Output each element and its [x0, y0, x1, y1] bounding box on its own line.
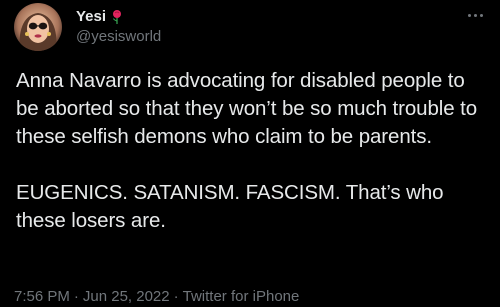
separator: ·	[73, 288, 79, 305]
tweet-text: Anna Navarro is advocating for disabled …	[16, 67, 486, 235]
rose-icon	[111, 9, 123, 25]
author-row: Yesi	[76, 7, 123, 27]
tweet-paragraph: EUGENICS. SATANISM. FASCISM. That’s who …	[16, 181, 444, 232]
tweet-time[interactable]: 7:56 PM	[14, 288, 70, 305]
display-name[interactable]: Yesi	[76, 7, 106, 27]
tweet-date[interactable]: Jun 25, 2022	[83, 288, 170, 305]
avatar[interactable]	[14, 3, 62, 51]
more-icon[interactable]	[460, 4, 490, 26]
separator: ·	[173, 288, 179, 305]
avatar-image	[14, 3, 62, 51]
tweet-paragraph: Anna Navarro is advocating for disabled …	[16, 69, 477, 148]
handle[interactable]: @yesisworld	[76, 27, 161, 47]
tweet: Yesi @yesisworld Anna Navarro is advocat…	[0, 0, 500, 305]
tweet-client[interactable]: Twitter for iPhone	[183, 288, 300, 305]
tweet-metadata: 7:56 PM · Jun 25, 2022 · Twitter for iPhone	[14, 287, 299, 307]
